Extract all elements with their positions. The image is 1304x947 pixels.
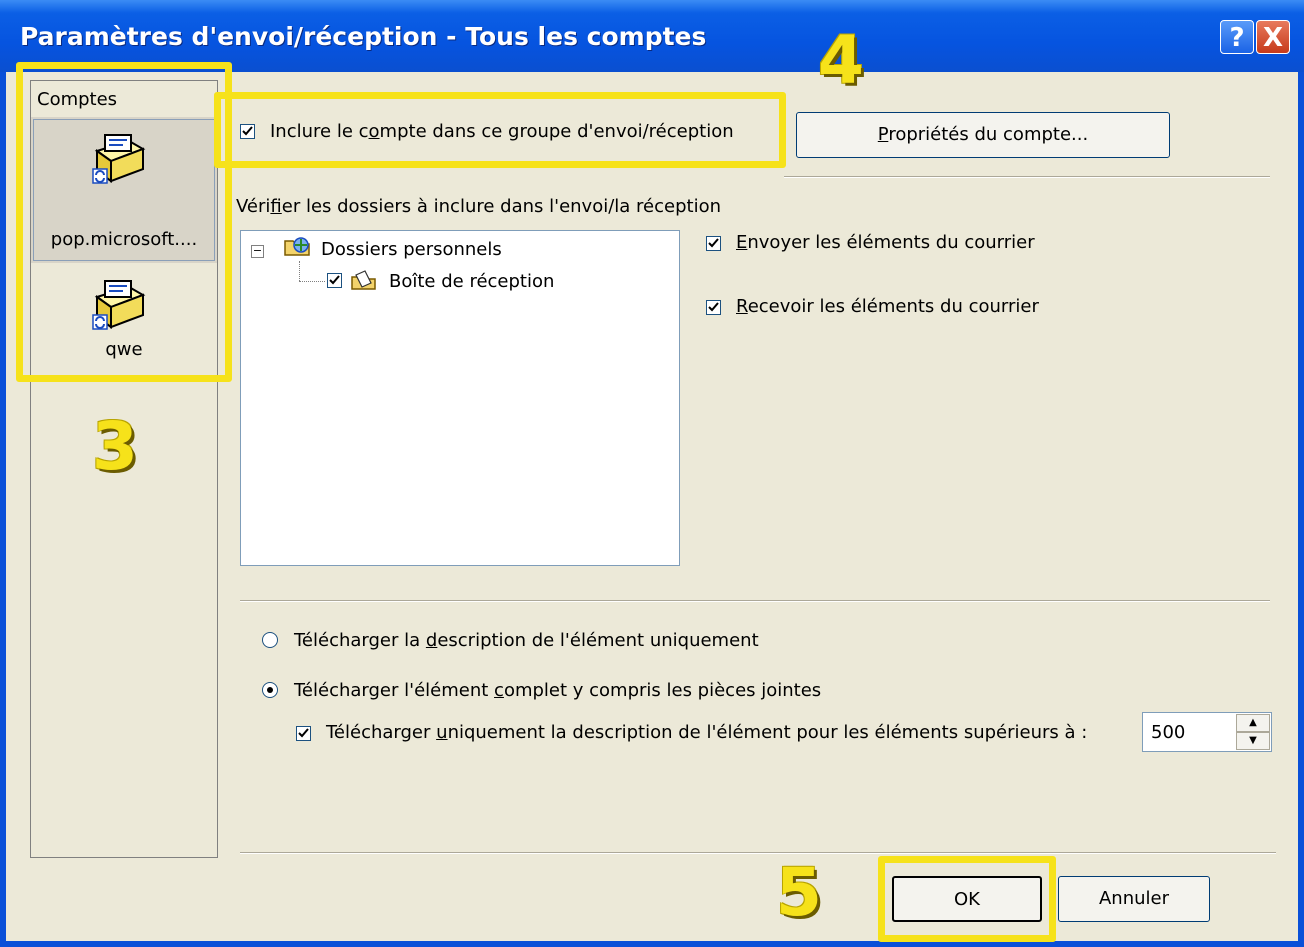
send-items-label: Envoyer les éléments du courrier — [736, 232, 1035, 253]
folder-tree[interactable]: − Dossiers personnels Boîte de réception — [240, 230, 680, 566]
annotation-box-ok — [878, 856, 1056, 942]
send-items-checkbox[interactable] — [706, 236, 721, 251]
close-button[interactable]: X — [1256, 20, 1290, 54]
collapse-toggle[interactable]: − — [251, 245, 264, 258]
folders-label: Vérifier les dossiers à inclure dans l'e… — [236, 196, 721, 217]
divider — [240, 852, 1276, 854]
personal-folders-icon — [284, 237, 310, 256]
divider — [240, 600, 1270, 602]
spin-down-button[interactable]: ▼ — [1236, 732, 1270, 750]
annotation-box-include — [214, 92, 786, 168]
size-limit-checkbox[interactable] — [296, 726, 311, 741]
download-headers-label: Télécharger la description de l'élément … — [294, 630, 759, 651]
download-headers-radio[interactable] — [262, 632, 278, 648]
download-full-label: Télécharger l'élément complet y compris … — [294, 680, 822, 701]
window-title: Paramètres d'envoi/réception - Tous les … — [20, 22, 707, 51]
tree-item-inbox[interactable]: Boîte de réception — [389, 271, 554, 292]
annotation-number-3: 3 — [92, 408, 138, 485]
receive-items-label: Recevoir les éléments du courrier — [736, 296, 1039, 317]
help-button[interactable]: ? — [1220, 20, 1254, 54]
annotation-number-5: 5 — [776, 854, 822, 931]
annotation-box-accounts — [16, 62, 232, 382]
inbox-checkbox[interactable] — [327, 273, 342, 288]
tree-item-personal-folders[interactable]: Dossiers personnels — [321, 239, 502, 260]
size-limit-value: 500 — [1151, 722, 1186, 743]
cancel-button[interactable]: Annuler — [1058, 876, 1210, 922]
annotation-number-4: 4 — [818, 22, 864, 99]
account-properties-button[interactable]: Propriétés du compte... — [796, 112, 1170, 158]
receive-items-checkbox[interactable] — [706, 300, 721, 315]
inbox-folder-icon — [351, 270, 376, 290]
dialog-window: Paramètres d'envoi/réception - Tous les … — [0, 0, 1304, 947]
download-full-radio[interactable] — [262, 682, 278, 698]
size-limit-label: Télécharger uniquement la description de… — [326, 722, 1088, 743]
spin-up-button[interactable]: ▲ — [1236, 714, 1270, 732]
divider — [784, 176, 1270, 178]
